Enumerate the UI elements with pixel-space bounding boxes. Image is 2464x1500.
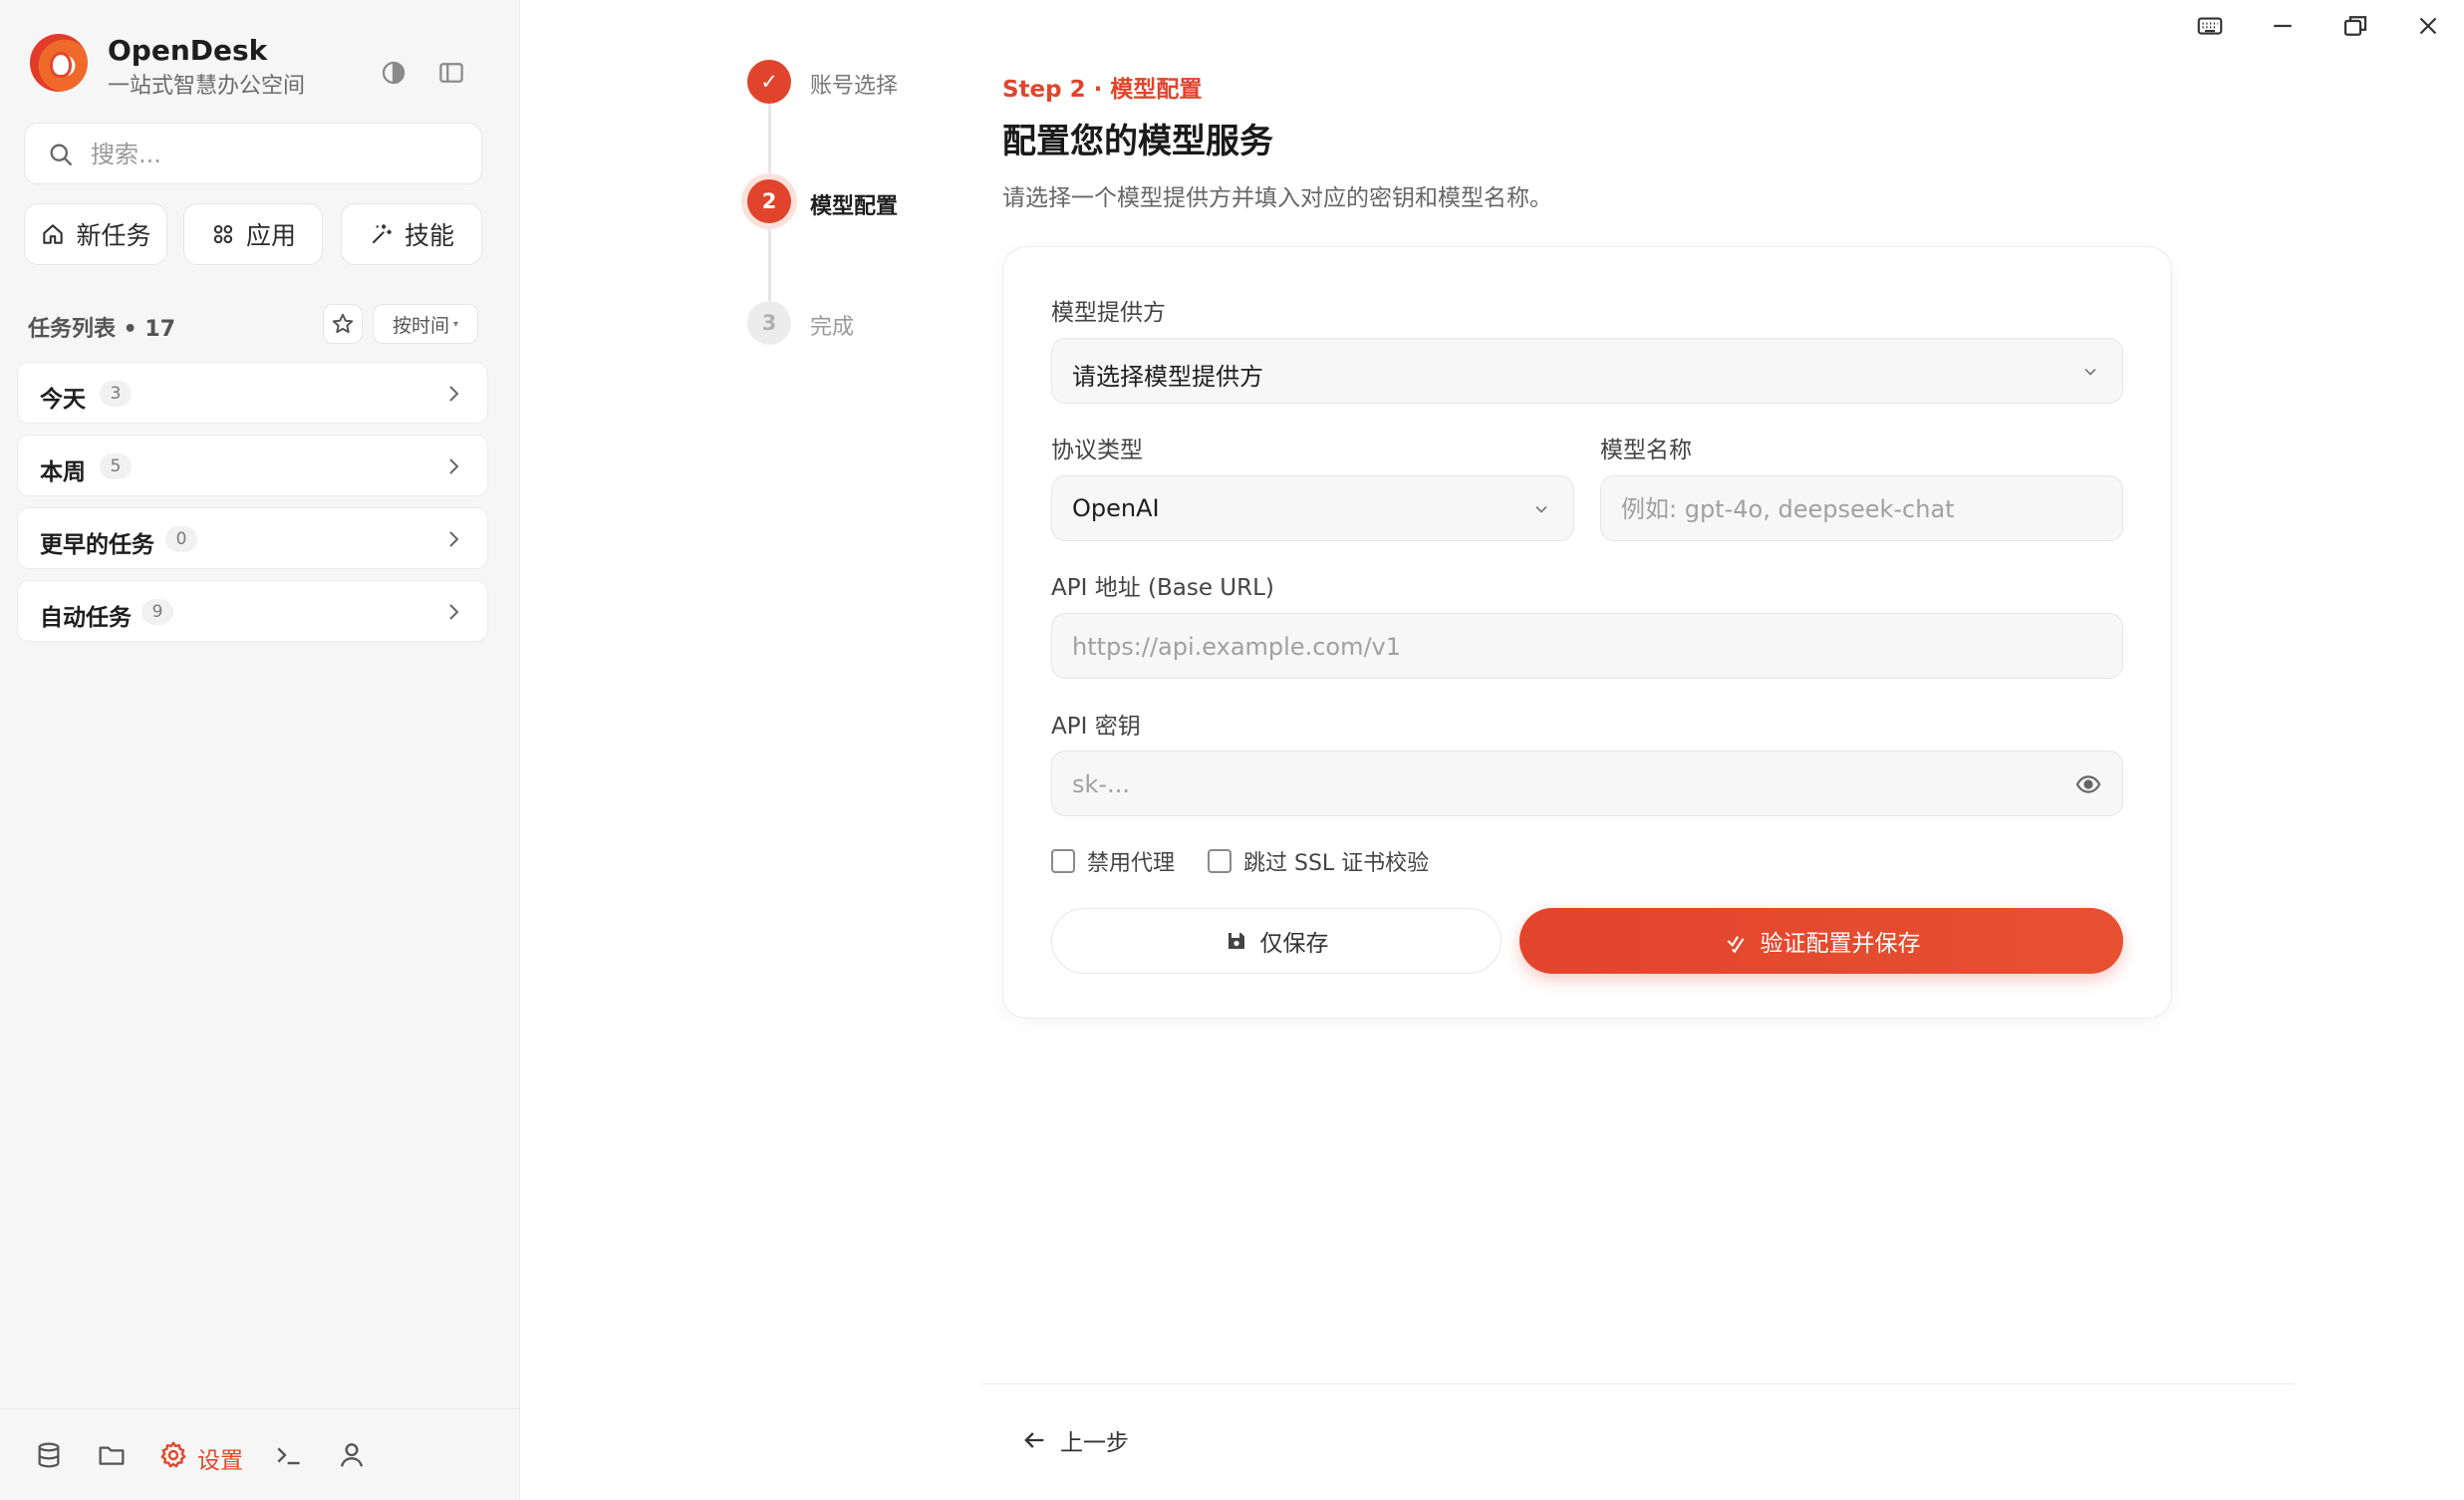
task-group-today[interactable]: 今天 3 (17, 362, 488, 424)
user-icon[interactable] (336, 1439, 368, 1471)
step-3-number: 3 (747, 301, 791, 345)
star-icon (332, 313, 354, 334)
verify-and-save-label: 验证配置并保存 (1760, 931, 1921, 957)
back-button[interactable]: 上一步 (1020, 1423, 1129, 1457)
model-name-label: 模型名称 (1600, 438, 1692, 463)
api-key-input[interactable] (1072, 761, 2049, 807)
search-box (24, 123, 482, 184)
step-kicker: Step 2 · 模型配置 (1002, 77, 1203, 103)
chevron-right-icon (449, 531, 459, 547)
caret-down-icon: ▾ (452, 318, 459, 330)
base-url-input[interactable] (1072, 624, 2098, 670)
app-title: OpenDesk (108, 34, 268, 67)
stepper-connector (768, 104, 771, 179)
task-group-count: 5 (100, 453, 132, 479)
provider-select[interactable]: 请选择模型提供方 (1051, 338, 2123, 404)
task-group-count: 9 (141, 599, 173, 625)
app-logo-icon (30, 34, 88, 92)
home-icon (43, 224, 64, 244)
step-2-number: 2 (747, 179, 791, 223)
restore-window-icon[interactable] (2335, 10, 2375, 42)
app-subtitle: 一站式智慧办公空间 (108, 74, 306, 99)
task-group-auto[interactable]: 自动任务 9 (17, 580, 488, 642)
database-icon[interactable] (33, 1439, 65, 1471)
model-name-field (1600, 475, 2123, 541)
step-3-label: 完成 (810, 315, 855, 340)
keyboard-icon[interactable] (2190, 10, 2230, 42)
chevron-down-icon (1535, 505, 1547, 513)
step-2-label: 模型配置 (810, 194, 899, 219)
apps-label: 应用 (245, 221, 296, 250)
chevron-right-icon (449, 458, 459, 474)
favorites-button[interactable] (323, 304, 363, 344)
grid-icon (213, 224, 233, 244)
model-name-input[interactable] (1621, 486, 2099, 532)
checkbox-box[interactable] (1208, 849, 1232, 873)
chevron-down-icon (2084, 368, 2096, 376)
eye-icon[interactable] (2074, 770, 2102, 798)
task-group-label: 更早的任务 (40, 532, 154, 558)
protocol-label: 协议类型 (1051, 438, 1143, 463)
terminal-icon[interactable] (273, 1439, 305, 1471)
sidebar-bottom-bar: 设置 (0, 1408, 520, 1500)
stepper-connector (768, 223, 771, 301)
new-task-label: 新任务 (76, 221, 151, 250)
sparkle-icon (372, 224, 392, 244)
verify-and-save-button[interactable]: 验证配置并保存 (1519, 908, 2123, 974)
task-list-title: 任务列表 • 17 (28, 317, 175, 342)
skip-ssl-checkbox[interactable]: 跳过 SSL 证书校验 (1208, 845, 1429, 877)
chevron-right-icon (449, 604, 459, 620)
api-key-label: API 密钥 (1051, 714, 1141, 740)
skills-button[interactable]: 技能 (341, 203, 482, 265)
task-group-label: 自动任务 (40, 605, 132, 631)
task-group-count: 0 (165, 526, 197, 552)
page-description: 请选择一个模型提供方并填入对应的密钥和模型名称。 (1002, 185, 1552, 211)
task-group-count: 3 (100, 381, 132, 407)
search-icon (47, 141, 75, 168)
disable-proxy-label: 禁用代理 (1087, 851, 1176, 876)
api-key-field (1051, 750, 2123, 816)
protocol-value: OpenAI (1072, 494, 1160, 522)
base-url-field (1051, 613, 2123, 679)
step-1-label: 账号选择 (810, 74, 899, 99)
task-group-week[interactable]: 本周 5 (17, 435, 488, 496)
provider-value: 请选择模型提供方 (1072, 363, 1263, 391)
back-label: 上一步 (1060, 1430, 1129, 1456)
step-1-check-icon: ✓ (747, 60, 791, 104)
arrow-left-icon (1024, 1432, 1044, 1448)
minimize-icon[interactable] (2263, 10, 2303, 42)
apps-button[interactable]: 应用 (183, 203, 323, 265)
save-only-label: 仅保存 (1259, 931, 1329, 957)
search-input[interactable] (91, 134, 469, 175)
footer-divider (981, 1383, 2295, 1384)
save-disk-icon (1228, 933, 1244, 949)
theme-toggle-icon[interactable] (379, 58, 409, 88)
settings-gear-icon[interactable] (157, 1439, 189, 1471)
app-window: OpenDesk 一站式智慧办公空间 新任务 应用 技能 任务列表 • 17 (0, 0, 2464, 1500)
skip-ssl-label: 跳过 SSL 证书校验 (1243, 851, 1430, 876)
task-group-label: 本周 (40, 459, 86, 485)
protocol-select[interactable]: OpenAI (1051, 475, 1574, 541)
sidebar-toggle-icon[interactable] (436, 58, 466, 88)
sidebar: OpenDesk 一站式智慧办公空间 新任务 应用 技能 任务列表 • 17 (0, 0, 520, 1500)
close-icon[interactable] (2408, 10, 2448, 42)
chevron-right-icon (449, 386, 459, 402)
skills-label: 技能 (404, 221, 454, 250)
folder-icon[interactable] (96, 1439, 128, 1471)
sort-label: 按时间 (392, 314, 449, 337)
double-check-icon (1727, 936, 1744, 954)
save-only-button[interactable]: 仅保存 (1051, 908, 1502, 974)
task-group-earlier[interactable]: 更早的任务 0 (17, 507, 488, 569)
disable-proxy-checkbox[interactable]: 禁用代理 (1051, 845, 1175, 877)
checkbox-box[interactable] (1051, 849, 1075, 873)
task-group-label: 今天 (40, 387, 86, 413)
settings-label[interactable]: 设置 (197, 1441, 243, 1475)
new-task-button[interactable]: 新任务 (24, 203, 167, 265)
base-url-label: API 地址 (Base URL) (1051, 575, 1274, 601)
sort-dropdown[interactable]: 按时间 ▾ (373, 304, 478, 344)
page-title: 配置您的模型服务 (1002, 122, 1273, 161)
provider-label: 模型提供方 (1051, 300, 1166, 326)
